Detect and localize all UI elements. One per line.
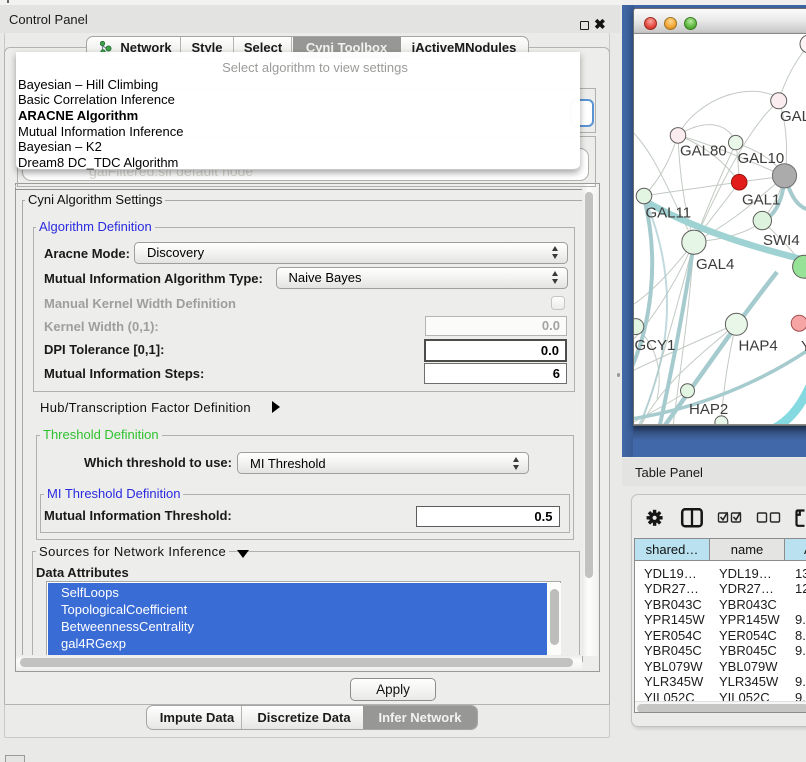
svg-text:GAL10: GAL10	[738, 150, 785, 167]
svg-text:GAL80: GAL80	[680, 143, 727, 160]
svg-text:SWI4: SWI4	[763, 232, 800, 249]
svg-text:HAP2: HAP2	[689, 401, 728, 418]
svg-text:YL: YL	[801, 338, 806, 355]
svg-text:GCY1: GCY1	[635, 337, 676, 354]
svg-text:GAL11: GAL11	[646, 205, 692, 222]
svg-text:HAP4: HAP4	[739, 338, 778, 355]
svg-text:GAL1: GAL1	[742, 192, 780, 209]
svg-text:GAL7: GAL7	[780, 108, 806, 125]
svg-text:GAL4: GAL4	[696, 256, 734, 273]
